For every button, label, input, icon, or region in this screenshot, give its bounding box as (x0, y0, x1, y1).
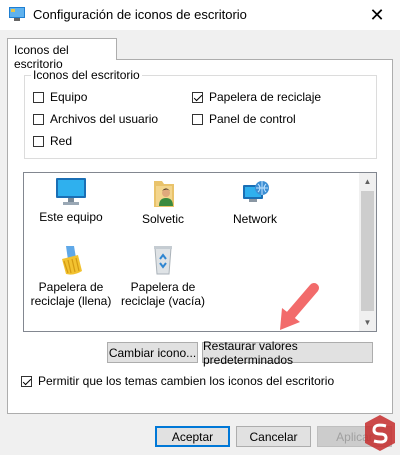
dialog-window: Configuración de iconos de escritorio ✕ … (0, 0, 400, 455)
icon-label: reciclaje (vacía) (120, 294, 206, 308)
button-label: Restaurar valores predeterminados (203, 338, 298, 367)
cancel-button[interactable]: Cancelar (236, 426, 311, 447)
checkbox-label: Permitir que los temas cambien los icono… (38, 374, 335, 388)
checkbox-box[interactable] (33, 135, 44, 147)
scrollbar-thumb[interactable] (361, 191, 374, 311)
close-button[interactable]: ✕ (354, 0, 400, 30)
checkbox-label: Papelera de reciclaje (209, 90, 322, 104)
pointer-arrow-icon (280, 283, 319, 330)
icon-label: Papelera de (38, 280, 104, 294)
checkbox-papelera[interactable]: Papelera de reciclaje (192, 90, 321, 104)
recycle-bin-full-icon (62, 246, 82, 275)
vertical-scrollbar[interactable]: ▲ ▼ (359, 173, 376, 331)
icon-label: Network (232, 212, 277, 226)
checkbox-box[interactable] (33, 91, 44, 103)
checkbox-equipo[interactable]: Equipo (33, 90, 87, 104)
icon-label: reciclaje (llena) (30, 294, 112, 308)
site-logo-watermark (365, 415, 395, 451)
checkbox-allow-themes[interactable]: Permitir que los temas cambien los icono… (21, 374, 334, 388)
button-label: Cambiar icono... (108, 345, 197, 360)
recycle-bin-empty-icon (154, 246, 172, 275)
window-title: Configuración de iconos de escritorio (33, 7, 247, 22)
list-item-network[interactable]: Network (212, 177, 298, 226)
checkbox-box-checked[interactable] (192, 91, 203, 103)
user-folder-icon (154, 181, 174, 207)
checkbox-red[interactable]: Red (33, 134, 72, 148)
checkbox-box[interactable] (192, 113, 203, 125)
button-label: Aceptar (171, 429, 214, 444)
checkbox-box[interactable] (33, 113, 44, 125)
scroll-up-arrow-icon[interactable]: ▲ (359, 173, 376, 190)
title-bar[interactable]: Configuración de iconos de escritorio ✕ (0, 0, 400, 30)
list-item-este-equipo[interactable]: Este equipo (28, 177, 114, 224)
network-globe-icon (243, 181, 269, 202)
desktop-settings-icon (9, 7, 25, 21)
restore-defaults-button[interactable]: Restaurar valores predeterminados (202, 339, 373, 367)
checkbox-label: Equipo (50, 90, 88, 104)
list-item-solvetic[interactable]: Solvetic (120, 177, 206, 226)
icon-label: Este equipo (39, 210, 103, 224)
ok-button[interactable]: Aceptar (155, 426, 230, 447)
scroll-down-arrow-icon[interactable]: ▼ (359, 314, 376, 331)
change-icon-button[interactable]: Cambiar icono... (107, 342, 198, 363)
list-item-papelera-llena[interactable]: Papelera de reciclaje (llena) (28, 243, 114, 308)
checkbox-panel-control[interactable]: Panel de control (192, 112, 296, 126)
checkbox-box-checked[interactable] (21, 375, 32, 387)
tab-label: Iconos del escritorio (14, 43, 69, 71)
checkbox-label: Red (50, 134, 73, 148)
checkbox-archivos-usuario[interactable]: Archivos del usuario (33, 112, 158, 126)
close-icon: ✕ (369, 4, 385, 25)
button-label: Cancelar (249, 429, 298, 444)
checkbox-label: Panel de control (209, 112, 296, 126)
monitor-icon (56, 178, 86, 205)
checkbox-label: Archivos del usuario (50, 112, 159, 126)
icon-list[interactable]: Este equipo Solvetic Network Papelera de… (23, 172, 377, 332)
tab-desktop-icons[interactable]: Iconos del escritorio (7, 38, 117, 71)
icon-label: Solvetic (141, 212, 185, 226)
list-item-papelera-vacia[interactable]: Papelera de reciclaje (vacía) (120, 243, 206, 308)
icon-label: Papelera de (130, 280, 196, 294)
